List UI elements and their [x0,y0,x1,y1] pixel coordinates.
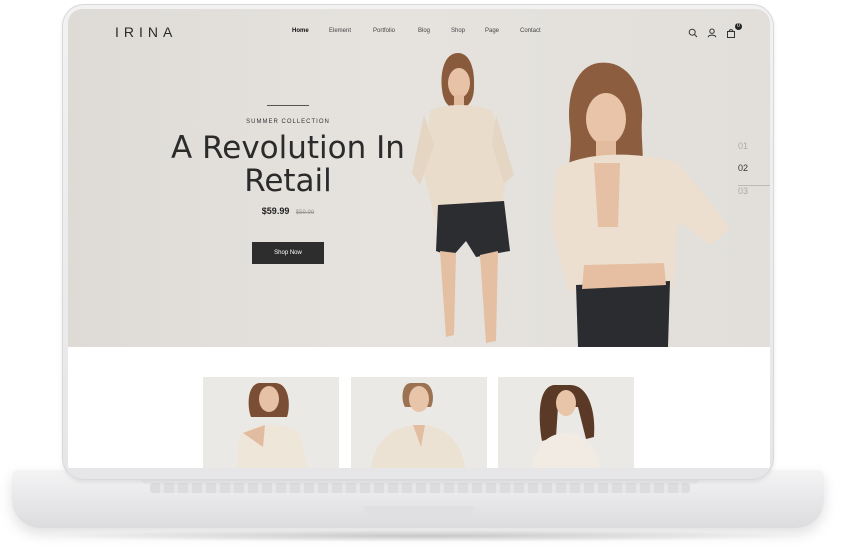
hero-price: $59.99 [261,206,290,216]
slide-indicator-2[interactable]: 02 [738,163,770,186]
hero-title: A Revolution In Retail [168,132,408,198]
shop-now-button[interactable]: Shop Now [252,242,324,264]
laptop-keyboard [150,483,690,493]
nav-page[interactable]: Page [485,28,499,34]
search-icon[interactable] [688,25,700,38]
product-card-2[interactable] [351,377,487,468]
hero-title-line2: Retail [244,163,332,199]
laptop-shadow [40,530,810,542]
product-image-3 [532,385,600,468]
hero-section: IRINA Home Element Portfolio Blog Shop P… [68,9,770,347]
nav-home[interactable]: Home [292,28,309,34]
nav-contact[interactable]: Contact [520,28,541,34]
hero-kicker: SUMMER COLLECTION [246,119,330,125]
nav-portfolio[interactable]: Portfolio [373,28,395,34]
cart-count-badge: 0 [735,23,742,30]
product-image-1 [237,383,307,468]
slide-pagination: 01 02 03 [738,141,770,208]
brand-logo[interactable]: IRINA [115,24,177,40]
laptop-trackpad-notch [364,506,474,516]
product-card-1[interactable] [203,377,339,468]
nav-blog[interactable]: Blog [418,28,430,34]
product-image-2 [371,383,465,468]
model-right-image [552,62,730,347]
product-card-3[interactable] [498,377,634,468]
hero-old-price: $59.99 [295,210,315,216]
nav-shop[interactable]: Shop [451,28,465,34]
hero-price-row: $59.99 $59.99 [168,206,408,216]
nav-element[interactable]: Element [329,28,351,34]
hero-divider [267,105,309,106]
model-left-image [412,53,514,343]
laptop-screen: IRINA Home Element Portfolio Blog Shop P… [68,9,770,468]
hero-text-block: SUMMER COLLECTION A Revolution In Retail… [168,105,408,216]
hero-title-line1: A Revolution In [171,130,405,166]
slide-indicator-3[interactable]: 03 [738,186,770,208]
user-icon[interactable] [707,25,719,38]
slide-indicator-1[interactable]: 01 [738,141,770,163]
